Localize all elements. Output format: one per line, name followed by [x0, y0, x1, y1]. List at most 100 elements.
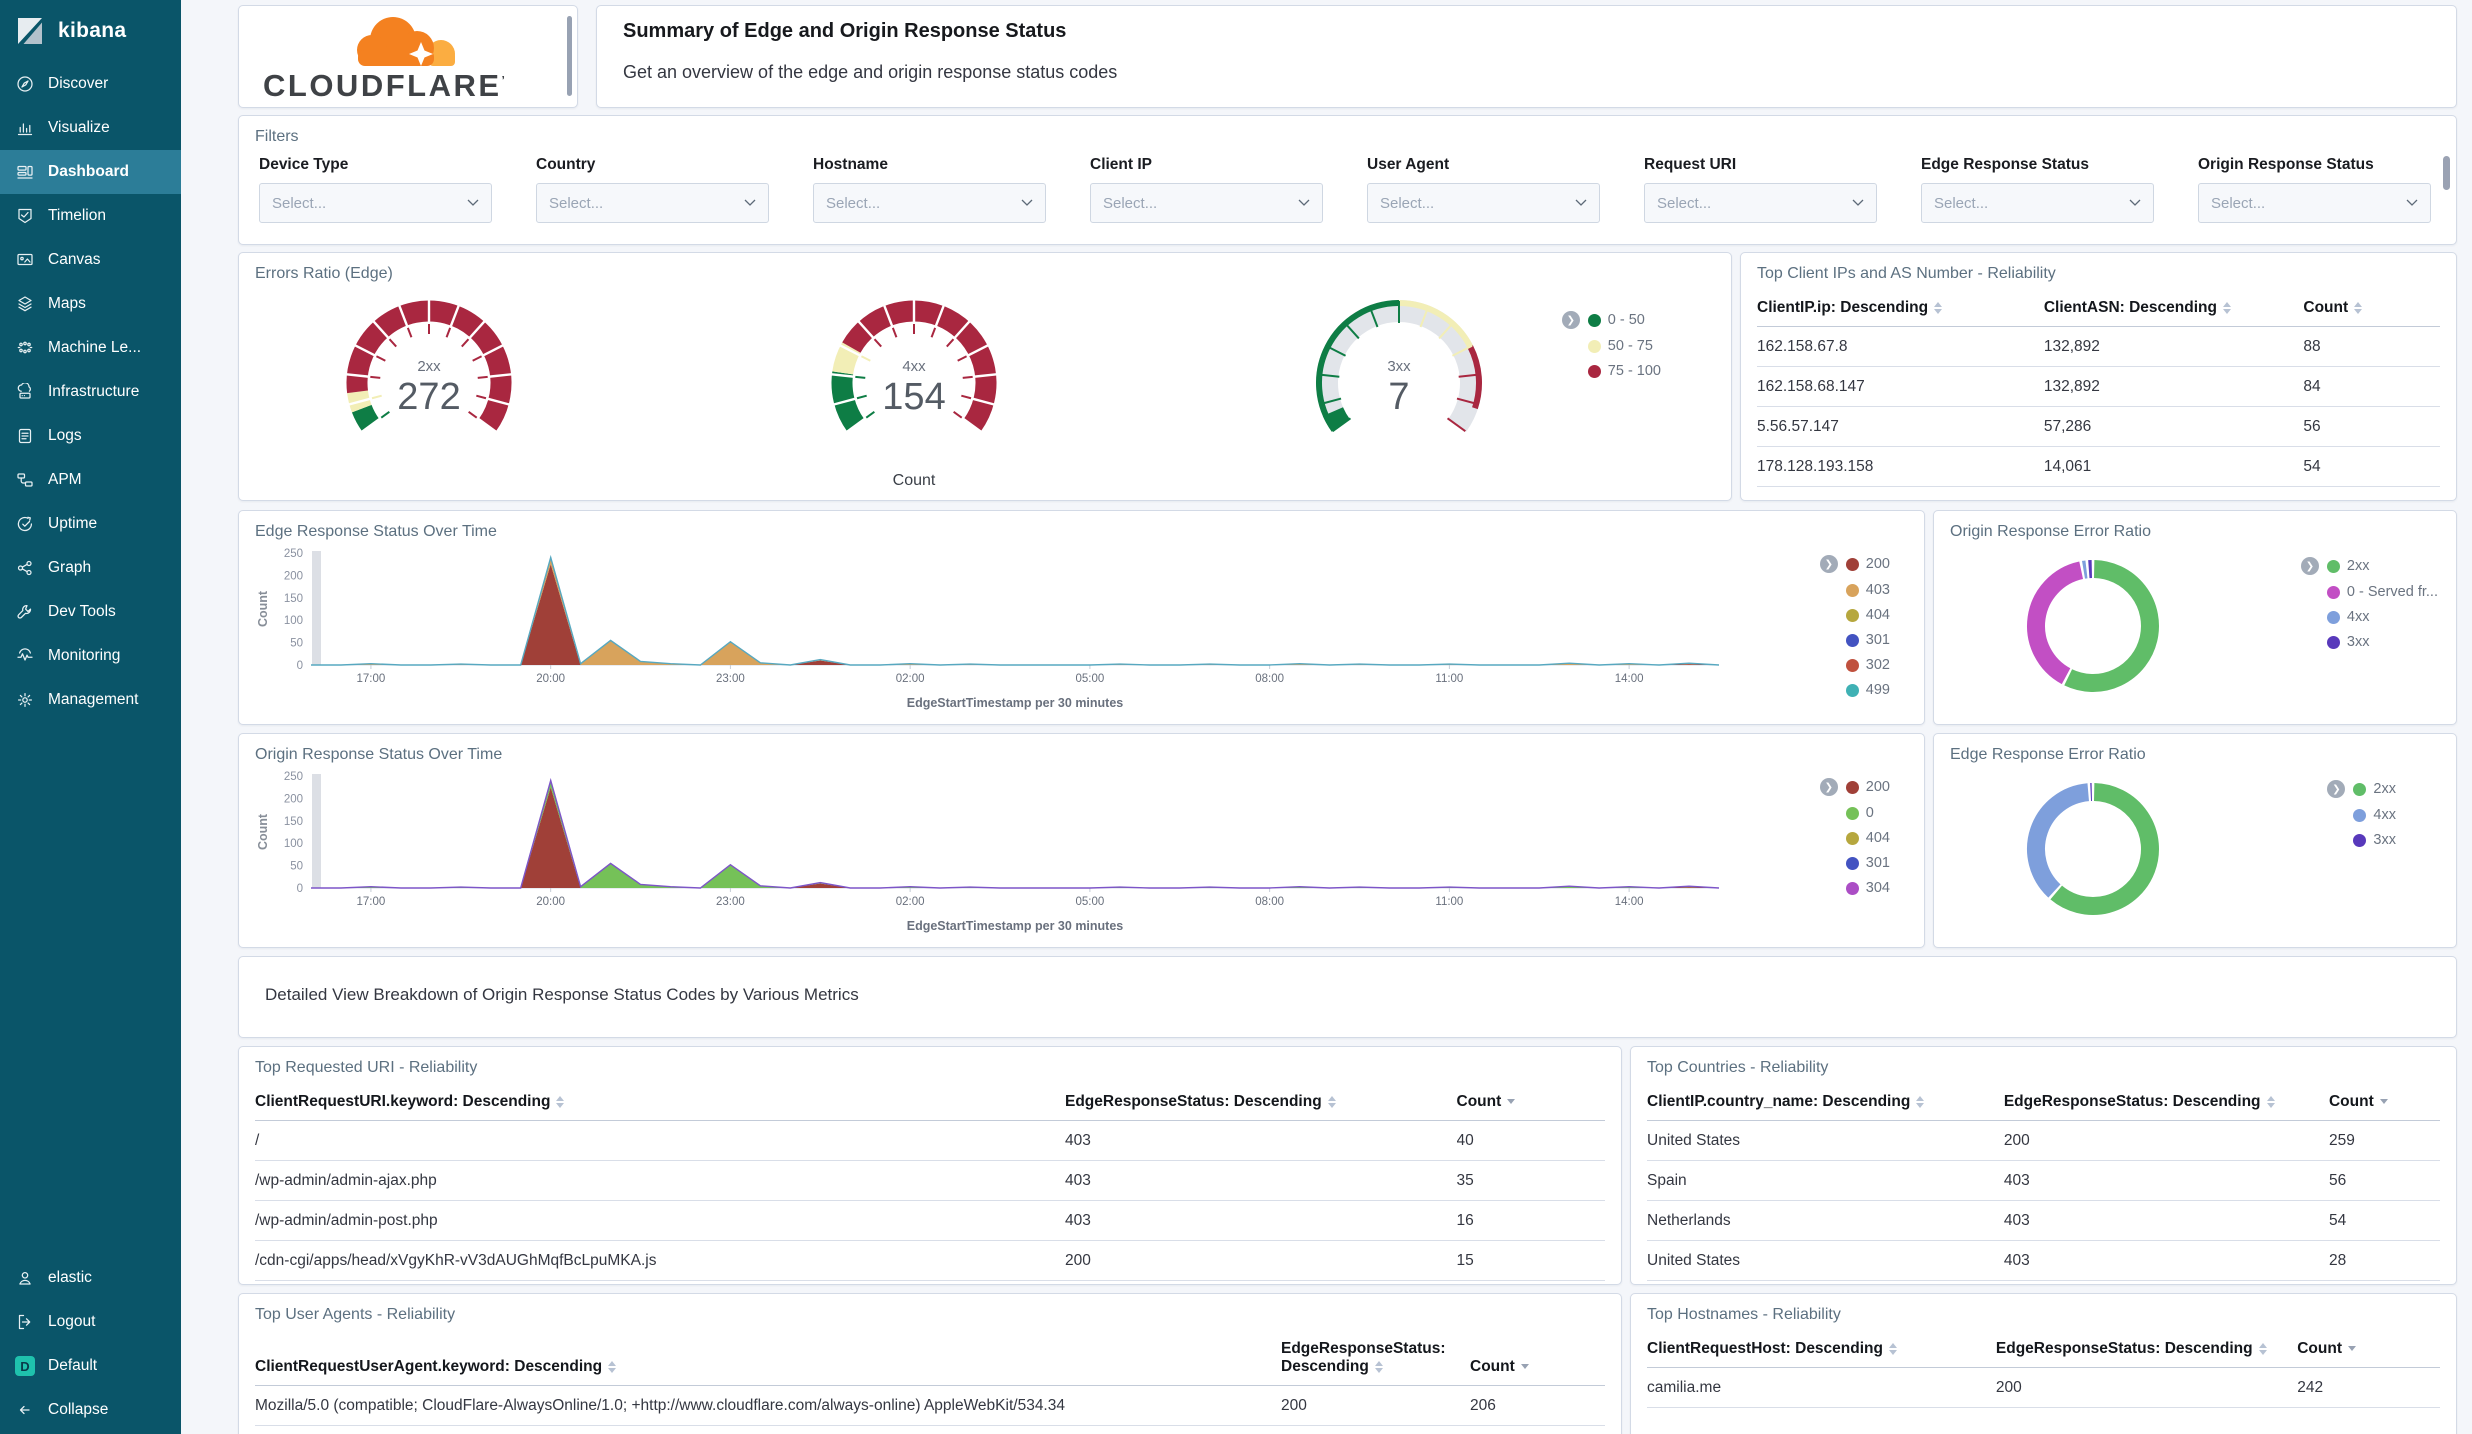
sidebar-item-graph[interactable]: Graph — [0, 546, 181, 590]
sidebar-footer-default-space[interactable]: D Default — [0, 1344, 181, 1388]
filter-select-device-type[interactable]: Select... — [259, 183, 492, 223]
table-row[interactable]: 178.128.193.158 14,061 54 — [1757, 446, 2440, 487]
table-row[interactable]: United States 200 259 — [1647, 1120, 2440, 1161]
app-title: kibana — [58, 19, 127, 42]
column-header[interactable]: Count — [2328, 1083, 2440, 1121]
sidebar-footer-collapse[interactable]: Collapse — [0, 1388, 181, 1432]
column-header[interactable]: EdgeResponseStatus: Descending — [1065, 1083, 1457, 1121]
kibana-logo-icon — [18, 18, 42, 44]
sidebar-footer-logout[interactable]: Logout — [0, 1300, 181, 1344]
legend-item[interactable]: ❯ 0 - 50 — [1561, 311, 1661, 329]
legend-item[interactable]: 0 - Served fr... — [2301, 584, 2438, 600]
legend-toggle-icon[interactable]: ❯ — [1561, 311, 1580, 329]
legend-toggle-icon[interactable]: ❯ — [2327, 780, 2346, 798]
column-header[interactable]: Count — [1456, 1083, 1605, 1121]
sidebar-item-management[interactable]: Management — [0, 678, 181, 722]
table-row[interactable]: Spain 403 56 — [1647, 1160, 2440, 1201]
legend-item[interactable]: ❯ 200 — [1819, 555, 1890, 573]
column-header[interactable]: ClientRequestHost: Descending — [1647, 1330, 1996, 1368]
column-header[interactable]: ClientRequestURI.keyword: Descending — [255, 1083, 1065, 1121]
legend-item[interactable]: 50 - 75 — [1562, 338, 1661, 354]
filter-label: Country — [536, 156, 596, 173]
legend-toggle-icon[interactable]: ❯ — [2300, 557, 2319, 575]
column-header[interactable]: ClientIP.ip: Descending — [1757, 289, 2044, 327]
legend-item[interactable]: 75 - 100 — [1562, 363, 1661, 379]
filter-select-user-agent[interactable]: Select... — [1367, 183, 1600, 223]
legend-item[interactable]: 302 — [1820, 657, 1890, 673]
legend-item[interactable]: 404 — [1820, 607, 1890, 623]
sidebar-item-timelion[interactable]: Timelion — [0, 194, 181, 238]
table-row[interactable]: 5.56.57.147 57,286 56 — [1757, 406, 2440, 447]
legend-item[interactable]: 301 — [1820, 855, 1890, 871]
column-header[interactable]: EdgeResponseStatus: Descending — [1995, 1330, 2298, 1368]
filter-select-hostname[interactable]: Select... — [813, 183, 1046, 223]
table-cell: 403 — [2003, 1240, 2329, 1281]
sidebar-item-dashboard[interactable]: Dashboard — [0, 150, 181, 194]
collapse-icon — [15, 1400, 35, 1420]
table-cell: 40 — [1456, 1120, 1605, 1161]
legend-item[interactable]: 404 — [1820, 830, 1890, 846]
sidebar-item-visualize[interactable]: Visualize — [0, 106, 181, 150]
column-header[interactable]: Count — [1470, 1330, 1605, 1386]
sidebar-item-label: Machine Le... — [48, 339, 142, 356]
sidebar-item-uptime[interactable]: Uptime — [0, 502, 181, 546]
sidebar-item-label: Visualize — [48, 119, 110, 136]
legend-item[interactable]: ❯ 2xx — [2300, 557, 2438, 575]
table-row[interactable]: /403 40 — [255, 1120, 1605, 1161]
legend-label: 2xx — [2346, 558, 2370, 574]
legend-toggle-icon[interactable]: ❯ — [1819, 555, 1838, 573]
sidebar-item-dev-tools[interactable]: Dev Tools — [0, 590, 181, 634]
table-row[interactable]: /wp-admin/admin-ajax.php 403 35 — [255, 1160, 1605, 1201]
table-row[interactable]: United States 403 28 — [1647, 1240, 2440, 1281]
filter-select-edge-response-status[interactable]: Select... — [1921, 183, 2154, 223]
legend-item[interactable]: ❯ 2xx — [2327, 780, 2396, 798]
table-row[interactable]: /cdn-cgi/apps/head/xVgyKhR-vV3dAUGhMqfBc… — [255, 1240, 1605, 1281]
table-row[interactable]: Netherlands 403 54 — [1647, 1200, 2440, 1241]
column-header[interactable]: Count — [2297, 1330, 2440, 1368]
column-header[interactable]: EdgeResponseStatus: Descending — [1281, 1330, 1470, 1386]
legend-item[interactable]: 4xx — [2301, 609, 2438, 625]
legend-item[interactable]: 0 — [1820, 805, 1890, 821]
sidebar-item-machine-learning[interactable]: Machine Le... — [0, 326, 181, 370]
legend-item[interactable]: 4xx — [2327, 807, 2396, 823]
legend-item[interactable]: 304 — [1820, 880, 1890, 896]
column-header[interactable]: Count — [2303, 289, 2440, 327]
table-row[interactable]: Mozilla/5.0 (compatible; CloudFlare-Alwa… — [255, 1385, 1605, 1426]
sidebar-item-discover[interactable]: Discover — [0, 62, 181, 106]
filter-select-origin-response-status[interactable]: Select... — [2198, 183, 2431, 223]
legend-toggle-icon[interactable]: ❯ — [1819, 778, 1838, 796]
svg-text:17:00: 17:00 — [357, 673, 386, 685]
column-header[interactable]: ClientRequestUserAgent.keyword: Descendi… — [255, 1330, 1281, 1386]
svg-text:0: 0 — [297, 883, 303, 895]
table-row[interactable]: 162.158.68.147 132,892 84 — [1757, 366, 2440, 407]
sidebar-item-maps[interactable]: Maps — [0, 282, 181, 326]
filter-select-country[interactable]: Select... — [536, 183, 769, 223]
column-header[interactable]: ClientASN: Descending — [2043, 289, 2304, 327]
sidebar-item-apm[interactable]: APM — [0, 458, 181, 502]
edge-response-over-time-panel: Edge Response Status Over Time 0 50 100 150… — [238, 510, 1925, 725]
logo-panel-scrollbar[interactable] — [567, 16, 572, 96]
column-header[interactable]: EdgeResponseStatus: Descending — [2003, 1083, 2329, 1121]
legend-item[interactable]: 499 — [1820, 682, 1890, 698]
filter-select-client-ip[interactable]: Select... — [1090, 183, 1323, 223]
select-placeholder: Select... — [272, 194, 327, 212]
sidebar-item-canvas[interactable]: Canvas — [0, 238, 181, 282]
table-row[interactable]: 162.158.67.8 132,892 88 — [1757, 326, 2440, 367]
filters-scrollbar[interactable] — [2443, 156, 2450, 190]
legend-item[interactable]: 301 — [1820, 632, 1890, 648]
legend-item[interactable]: 403 — [1820, 582, 1890, 598]
sidebar-footer-user[interactable]: elastic — [0, 1256, 181, 1300]
column-header[interactable]: ClientIP.country_name: Descending — [1647, 1083, 2004, 1121]
filter-select-request-uri[interactable]: Select... — [1644, 183, 1877, 223]
table-row[interactable]: camilia.me 200 242 — [1647, 1367, 2440, 1408]
legend-item[interactable]: 3xx — [2327, 832, 2396, 848]
legend-item[interactable]: ❯ 200 — [1819, 778, 1890, 796]
legend-color-dot — [1845, 683, 1859, 697]
sidebar-item-infrastructure[interactable]: Infrastructure — [0, 370, 181, 414]
legend-item[interactable]: 3xx — [2301, 634, 2438, 650]
kibana-logo-row[interactable]: kibana — [0, 0, 181, 62]
filter-label: User Agent — [1367, 156, 1450, 173]
table-row[interactable]: /wp-admin/admin-post.php 403 16 — [255, 1200, 1605, 1241]
sidebar-item-monitoring[interactable]: Monitoring — [0, 634, 181, 678]
sidebar-item-logs[interactable]: Logs — [0, 414, 181, 458]
